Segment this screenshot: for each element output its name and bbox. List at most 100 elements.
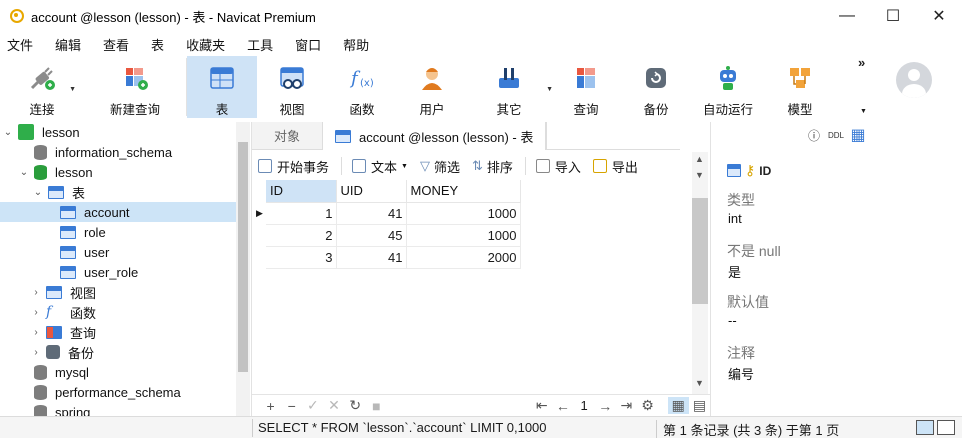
chevron-right-icon[interactable]: › (30, 347, 42, 358)
add-record-icon[interactable]: + (260, 398, 281, 414)
tab-account[interactable]: account @lesson (lesson) - 表 (322, 122, 547, 150)
refresh-icon[interactable]: ↻ (345, 397, 366, 414)
connect-button[interactable]: 连接 ▼ (0, 56, 84, 118)
tree-db-information-schema[interactable]: information_schema (34, 142, 172, 162)
import-button[interactable]: 导入 (535, 157, 581, 176)
next-page-icon[interactable]: → (595, 398, 616, 414)
tree-table-role[interactable]: role (60, 222, 106, 242)
column-header-id[interactable]: ID (266, 180, 337, 203)
chevron-down-icon[interactable]: ⌄ (18, 167, 30, 178)
info-icon[interactable]: ⓘ (803, 126, 825, 144)
menu-table[interactable]: 表 (140, 35, 175, 54)
tree-db-mysql[interactable]: mysql (34, 362, 89, 382)
menu-help[interactable]: 帮助 (332, 35, 380, 54)
cell-uid[interactable]: 41 (336, 202, 407, 225)
sort-button[interactable]: ⇅ 排序 (472, 157, 513, 176)
view-button[interactable]: 视图 (257, 56, 327, 118)
apply-icon[interactable]: ✓ (302, 397, 323, 414)
chevron-down-icon[interactable]: ⌄ (32, 187, 44, 198)
gear-icon[interactable]: ⚙ (637, 397, 658, 414)
tree-functions-folder[interactable]: › f 函数 (30, 302, 96, 322)
chevron-right-icon[interactable]: › (30, 307, 42, 318)
stop-icon[interactable]: ■ (366, 398, 387, 414)
chevron-down-icon[interactable]: ⌄ (2, 127, 14, 138)
query-icon (46, 325, 62, 339)
split-view-icon[interactable] (916, 420, 934, 435)
new-query-button[interactable]: 新建查询 (84, 56, 186, 118)
chevron-right-icon[interactable]: › (30, 287, 42, 298)
table-row[interactable]: ▶ 1 41 1000 (256, 202, 521, 225)
tree-backups-folder[interactable]: › 备份 (30, 342, 94, 362)
chevron-down-icon[interactable]: ▼ (69, 86, 76, 93)
tab-objects[interactable]: 对象 (252, 122, 322, 150)
menu-window[interactable]: 窗口 (284, 35, 332, 54)
field-info-icon[interactable]: ▦ (847, 126, 869, 144)
scrollbar-thumb[interactable] (692, 198, 708, 304)
field-name: ID (759, 163, 772, 178)
export-button[interactable]: 导出 (592, 157, 638, 176)
table-row[interactable]: 2 45 1000 (256, 224, 521, 247)
automation-button[interactable]: 自动运行 (691, 56, 765, 118)
chevron-down-icon[interactable]: ▼ (695, 170, 704, 180)
previous-page-icon[interactable]: ← (552, 398, 573, 414)
cell-id[interactable]: 2 (266, 224, 337, 247)
form-view-icon[interactable]: ▤ (689, 397, 710, 414)
menu-file[interactable]: 文件 (0, 35, 44, 54)
menu-favorites[interactable]: 收藏夹 (175, 35, 236, 54)
avatar[interactable] (896, 62, 932, 98)
ddl-icon[interactable]: DDL (825, 126, 847, 144)
menu-view[interactable]: 查看 (92, 35, 140, 54)
tree-table-user-role[interactable]: user_role (60, 262, 138, 282)
last-page-icon[interactable]: ⇥ (616, 397, 637, 414)
minimize-button[interactable]: — (824, 0, 870, 32)
chevron-down-icon[interactable]: ▼ (860, 108, 867, 115)
filter-button[interactable]: ▽ 筛选 (420, 157, 460, 176)
close-button[interactable]: ✕ (916, 0, 962, 32)
tree-table-account[interactable]: account (0, 202, 236, 222)
tree-db-performance-schema[interactable]: performance_schema (34, 382, 181, 402)
cell-money[interactable]: 1000 (406, 202, 521, 225)
text-button[interactable]: 文本 ▼ (352, 157, 408, 176)
menu-tools[interactable]: 工具 (236, 35, 284, 54)
scrollbar-thumb[interactable] (238, 142, 248, 372)
query-button[interactable]: 查询 (551, 56, 621, 118)
page-number[interactable]: 1 (573, 398, 594, 413)
cell-uid[interactable]: 45 (336, 224, 407, 247)
begin-transaction-button[interactable]: 开始事务 (258, 157, 329, 176)
tree-views-folder[interactable]: › 视图 (30, 282, 96, 302)
model-button[interactable]: 模型 (765, 56, 835, 118)
tree-queries-folder[interactable]: › 查询 (30, 322, 96, 342)
delete-record-icon[interactable]: − (281, 398, 302, 414)
cell-id[interactable]: 1 (266, 202, 337, 225)
single-view-icon[interactable] (937, 420, 955, 435)
menu-edit[interactable]: 编辑 (44, 35, 92, 54)
other-button[interactable]: 其它 ▼ (467, 56, 553, 118)
new-query-label: 新建查询 (109, 103, 160, 117)
info-panel: ⓘ DDL ▦ ⚷ ID 类型 int 不是 null 是 默认值 -- 注释 … (710, 122, 962, 418)
user-button[interactable]: 用户 (397, 56, 467, 118)
backup-button[interactable]: 备份 (621, 56, 691, 118)
first-page-icon[interactable]: ⇤ (531, 397, 552, 414)
cell-id[interactable]: 3 (266, 246, 337, 269)
tree-tables-folder[interactable]: ⌄ 表 (32, 182, 85, 202)
table-button[interactable]: 表 (187, 56, 257, 118)
chevron-down-icon[interactable]: ▼ (695, 378, 704, 388)
cell-money[interactable]: 2000 (406, 246, 521, 269)
column-header-uid[interactable]: UID (336, 180, 407, 203)
tree-table-user[interactable]: user (60, 242, 109, 262)
tree-db-lesson[interactable]: ⌄ lesson (18, 162, 93, 182)
cell-uid[interactable]: 41 (336, 246, 407, 269)
toolbar-more-button[interactable]: » (858, 55, 865, 70)
chevron-up-icon[interactable]: ▲ (695, 154, 704, 164)
maximize-button[interactable]: ☐ (870, 0, 916, 32)
function-button[interactable]: f (x) 函数 (327, 56, 397, 118)
cell-money[interactable]: 1000 (406, 224, 521, 247)
table-row[interactable]: 3 41 2000 (256, 246, 521, 269)
column-header-money[interactable]: MONEY (406, 180, 521, 203)
tree-scrollbar[interactable] (236, 122, 250, 420)
discard-icon[interactable]: ✕ (323, 397, 344, 414)
chevron-right-icon[interactable]: › (30, 327, 42, 338)
grid-scrollbar[interactable]: ▲ ▼ ▼ (692, 152, 708, 394)
tree-connection-lesson[interactable]: ⌄ lesson (2, 122, 80, 142)
grid-view-icon[interactable]: ▦ (667, 397, 689, 414)
